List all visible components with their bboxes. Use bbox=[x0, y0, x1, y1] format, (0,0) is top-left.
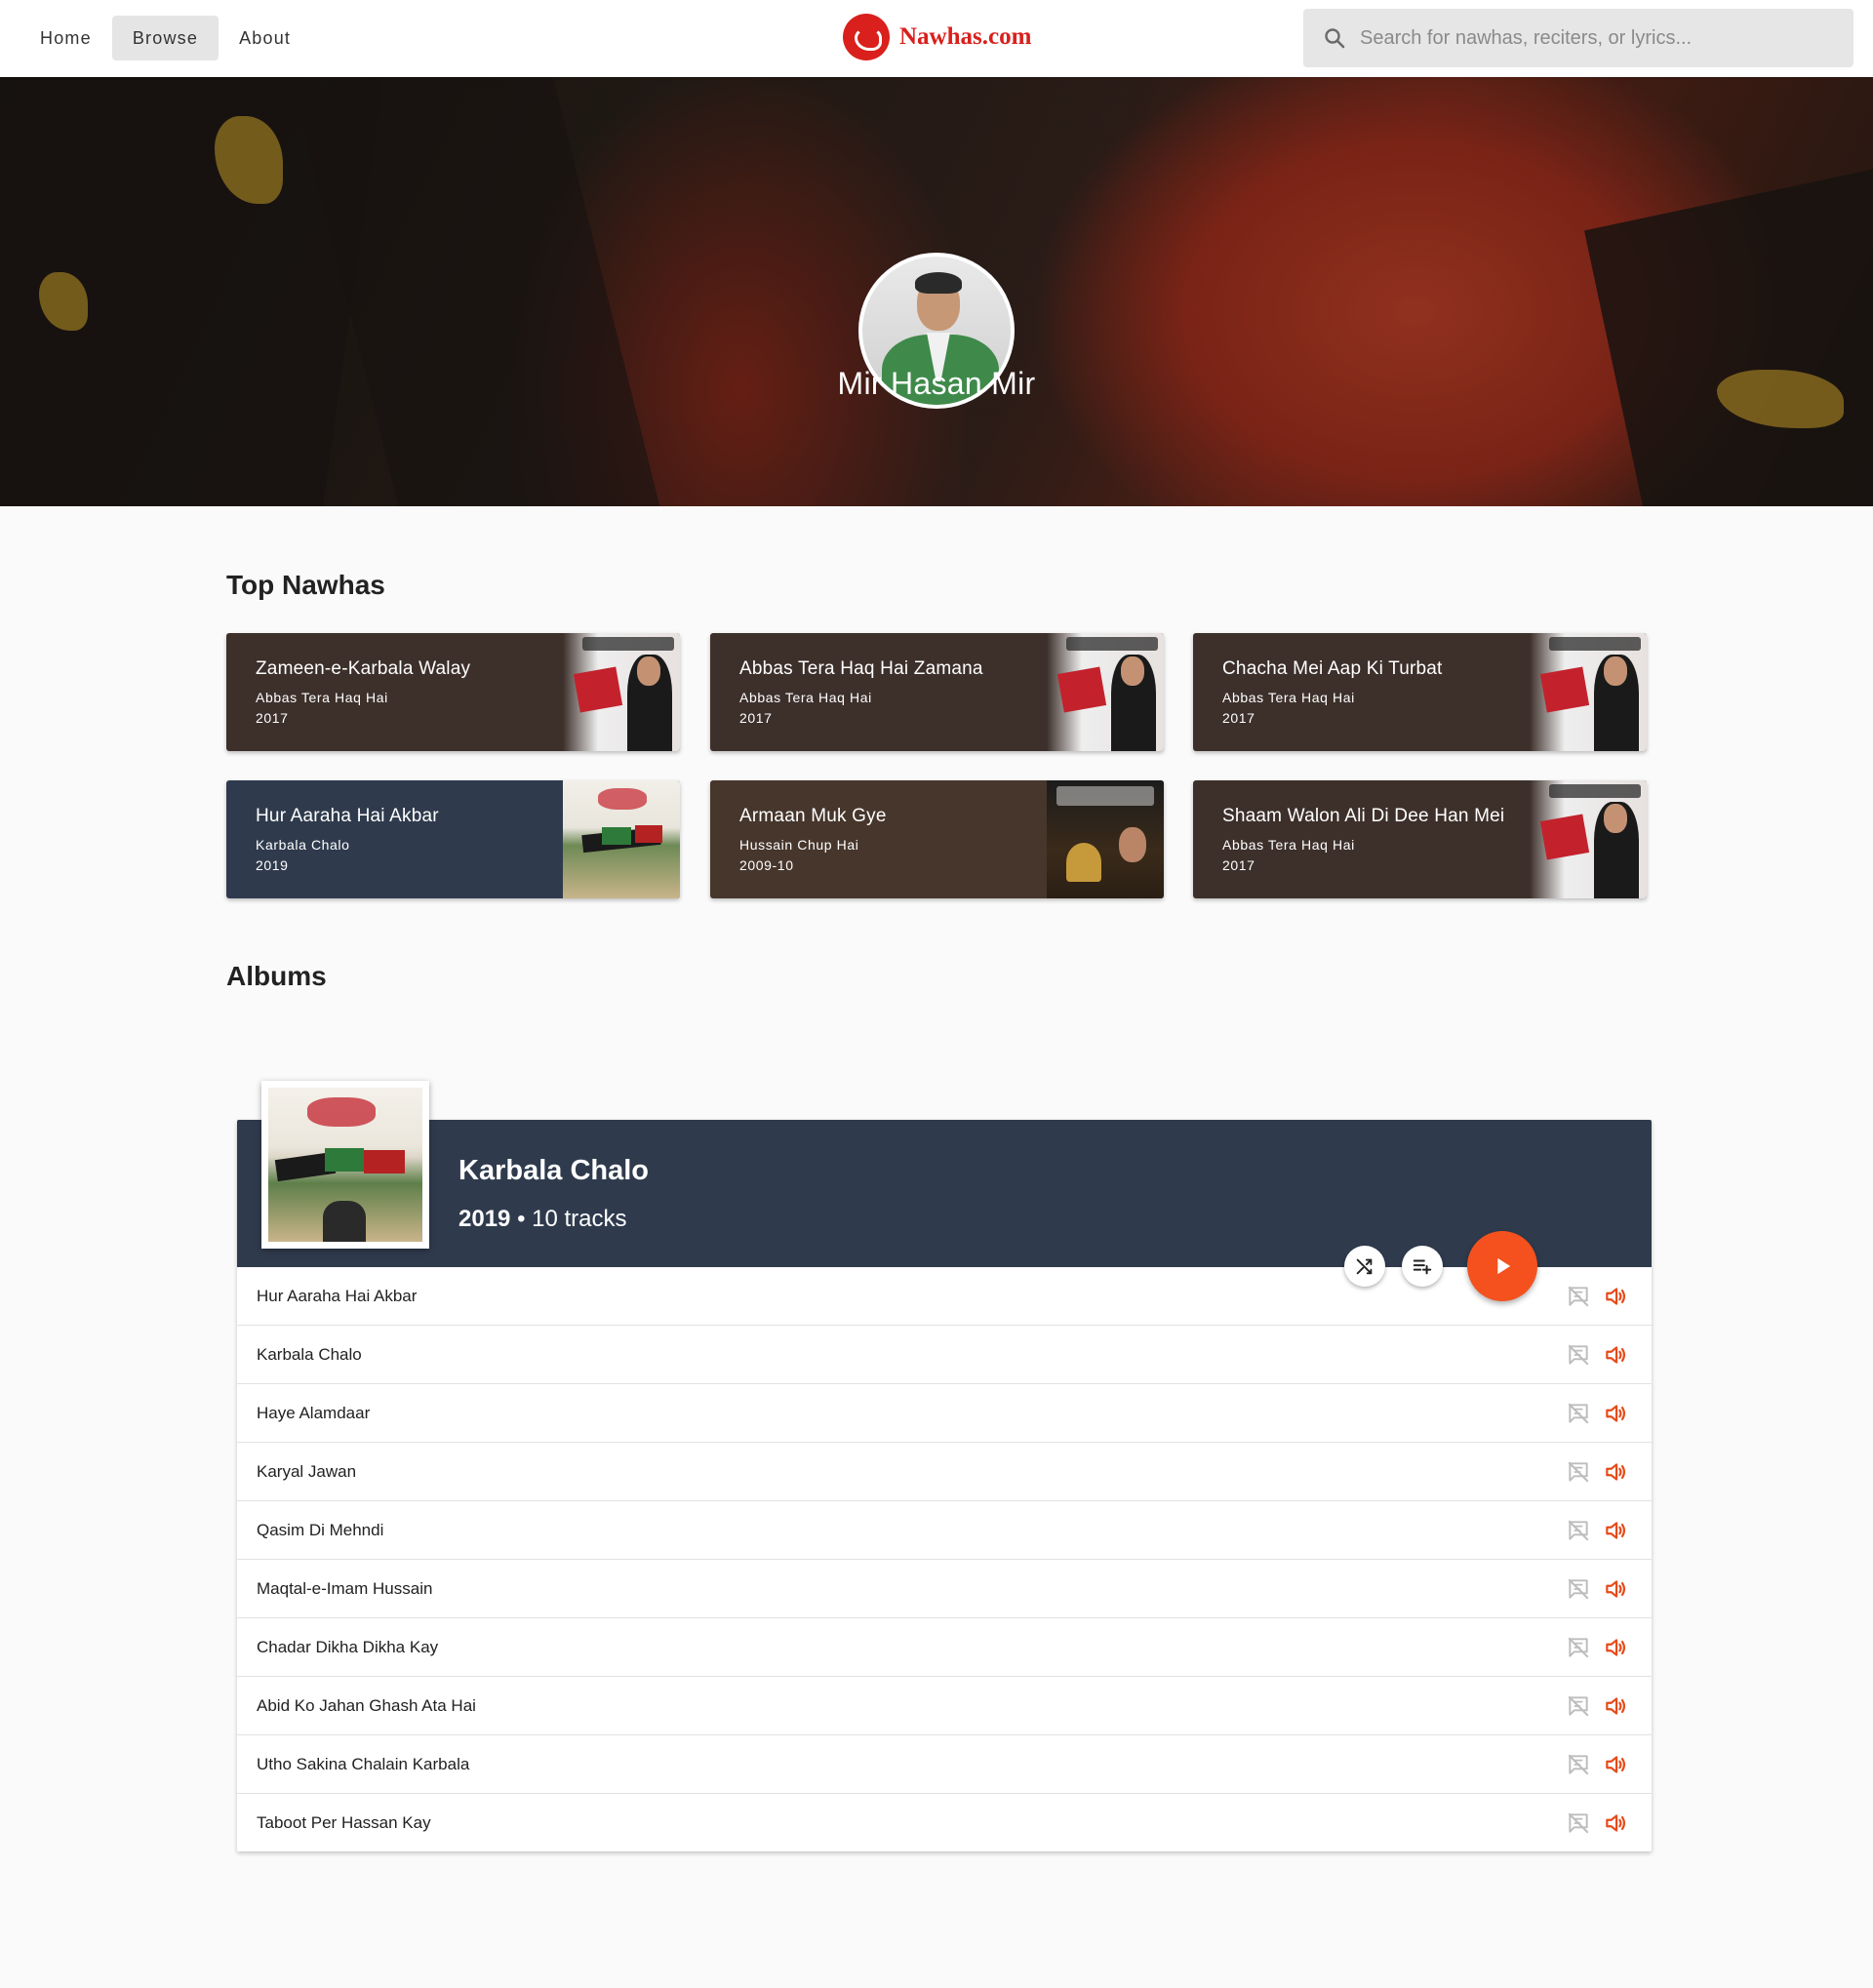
nav-about[interactable]: About bbox=[219, 16, 311, 60]
track-row[interactable]: Karyal Jawan bbox=[237, 1443, 1652, 1501]
no-lyrics-icon[interactable] bbox=[1566, 1810, 1591, 1836]
main-nav: Home Browse About bbox=[20, 16, 311, 60]
track-name: Karyal Jawan bbox=[257, 1462, 357, 1481]
nawha-title: Zameen-e-Karbala Walay bbox=[256, 658, 471, 679]
track-name: Chadar Dikha Dikha Kay bbox=[257, 1638, 439, 1656]
nawha-album: Karbala Chalo bbox=[256, 837, 350, 853]
nawha-card[interactable]: Abbas Tera Haq Hai Zamana Abbas Tera Haq… bbox=[710, 633, 1164, 751]
album-title: Karbala Chalo bbox=[458, 1155, 649, 1186]
nawha-card[interactable]: Armaan Muk Gye Hussain Chup Hai 2009-10 bbox=[710, 780, 1164, 898]
site-logo[interactable]: Nawhas.com bbox=[843, 14, 1031, 60]
volume-icon[interactable] bbox=[1603, 1342, 1628, 1368]
hero-flag-shape bbox=[1583, 165, 1873, 506]
no-lyrics-icon[interactable] bbox=[1566, 1401, 1591, 1426]
nawha-title: Abbas Tera Haq Hai Zamana bbox=[739, 658, 983, 679]
track-name: Haye Alamdaar bbox=[257, 1404, 371, 1422]
search-box bbox=[1303, 9, 1853, 67]
album-cover[interactable] bbox=[261, 1081, 429, 1249]
no-lyrics-icon[interactable] bbox=[1566, 1576, 1591, 1602]
reciter-name: Mir Hasan Mir bbox=[837, 366, 1036, 401]
track-row[interactable]: Hur Aaraha Hai Akbar bbox=[237, 1267, 1652, 1326]
nawha-title: Armaan Muk Gye bbox=[739, 806, 887, 826]
nawha-year: 2017 bbox=[1222, 857, 1255, 873]
track-row[interactable]: Taboot Per Hassan Kay bbox=[237, 1794, 1652, 1852]
track-name: Maqtal-e-Imam Hussain bbox=[257, 1579, 433, 1598]
track-name: Hur Aaraha Hai Akbar bbox=[257, 1287, 418, 1305]
album-art bbox=[563, 633, 680, 751]
logo-icon bbox=[843, 14, 890, 60]
no-lyrics-icon[interactable] bbox=[1566, 1635, 1591, 1660]
album-art bbox=[1047, 780, 1164, 898]
volume-icon[interactable] bbox=[1603, 1693, 1628, 1719]
track-row[interactable]: Qasim Di Mehndi bbox=[237, 1501, 1652, 1560]
track-name: Utho Sakina Chalain Karbala bbox=[257, 1755, 470, 1773]
album-art bbox=[1530, 633, 1647, 751]
nawha-title: Chacha Mei Aap Ki Turbat bbox=[1222, 658, 1443, 679]
top-bar: Home Browse About Nawhas.com bbox=[0, 0, 1873, 77]
track-name: Qasim Di Mehndi bbox=[257, 1521, 384, 1539]
nawha-card[interactable]: Zameen-e-Karbala Walay Abbas Tera Haq Ha… bbox=[226, 633, 680, 751]
volume-icon[interactable] bbox=[1603, 1810, 1628, 1836]
track-row[interactable]: Karbala Chalo bbox=[237, 1326, 1652, 1384]
no-lyrics-icon[interactable] bbox=[1566, 1752, 1591, 1777]
search-input[interactable] bbox=[1352, 9, 1840, 67]
track-name: Karbala Chalo bbox=[257, 1345, 362, 1364]
nawha-album: Abbas Tera Haq Hai bbox=[739, 690, 872, 705]
album-art bbox=[1047, 633, 1164, 751]
no-lyrics-icon[interactable] bbox=[1566, 1459, 1591, 1485]
nawha-year: 2017 bbox=[739, 710, 773, 726]
nawha-album: Abbas Tera Haq Hai bbox=[256, 690, 388, 705]
track-row[interactable]: Abid Ko Jahan Ghash Ata Hai bbox=[237, 1677, 1652, 1735]
nawha-title: Hur Aaraha Hai Akbar bbox=[256, 806, 439, 826]
track-row[interactable]: Maqtal-e-Imam Hussain bbox=[237, 1560, 1652, 1618]
album-meta: 2019 • 10 tracks bbox=[458, 1206, 627, 1233]
nav-browse[interactable]: Browse bbox=[111, 16, 219, 60]
track-row[interactable]: Utho Sakina Chalain Karbala bbox=[237, 1735, 1652, 1794]
album-year: 2019 bbox=[458, 1206, 511, 1232]
track-name: Abid Ko Jahan Ghash Ata Hai bbox=[257, 1696, 476, 1715]
nawha-card[interactable]: Hur Aaraha Hai Akbar Karbala Chalo 2019 bbox=[226, 780, 680, 898]
album-art bbox=[1530, 780, 1647, 898]
nawha-year: 2019 bbox=[256, 857, 289, 873]
volume-icon[interactable] bbox=[1603, 1518, 1628, 1543]
reciter-hero: Mir Hasan Mir bbox=[0, 77, 1873, 506]
nav-home[interactable]: Home bbox=[20, 16, 112, 60]
album-card: Karbala Chalo 2019 • 10 tracks Hur Aarah… bbox=[237, 1081, 1652, 1852]
track-name: Taboot Per Hassan Kay bbox=[257, 1813, 431, 1832]
volume-icon[interactable] bbox=[1603, 1459, 1628, 1485]
no-lyrics-icon[interactable] bbox=[1566, 1693, 1591, 1719]
hero-flag-shape bbox=[296, 77, 660, 506]
top-nawhas-heading: Top Nawhas bbox=[226, 570, 385, 600]
album-meta-separator: • bbox=[517, 1206, 526, 1232]
album-art bbox=[563, 780, 680, 898]
nawha-album: Abbas Tera Haq Hai bbox=[1222, 690, 1355, 705]
nawha-album: Hussain Chup Hai bbox=[739, 837, 859, 853]
no-lyrics-icon[interactable] bbox=[1566, 1284, 1591, 1309]
nawha-year: 2017 bbox=[1222, 710, 1255, 726]
no-lyrics-icon[interactable] bbox=[1566, 1518, 1591, 1543]
albums-heading: Albums bbox=[226, 961, 327, 991]
album-header: Karbala Chalo 2019 • 10 tracks bbox=[237, 1081, 1652, 1301]
track-row[interactable]: Haye Alamdaar bbox=[237, 1384, 1652, 1443]
track-list: Hur Aaraha Hai Akbar Karbala Chalo Haye Al… bbox=[237, 1267, 1652, 1852]
nawha-card[interactable]: Shaam Walon Ali Di Dee Han Mei Abbas Ter… bbox=[1193, 780, 1647, 898]
search-icon bbox=[1325, 28, 1345, 49]
track-row[interactable]: Chadar Dikha Dikha Kay bbox=[237, 1618, 1652, 1677]
volume-icon[interactable] bbox=[1603, 1284, 1628, 1309]
volume-icon[interactable] bbox=[1603, 1635, 1628, 1660]
nawha-card[interactable]: Chacha Mei Aap Ki Turbat Abbas Tera Haq … bbox=[1193, 633, 1647, 751]
volume-icon[interactable] bbox=[1603, 1401, 1628, 1426]
logo-text: Nawhas.com bbox=[899, 23, 1032, 50]
no-lyrics-icon[interactable] bbox=[1566, 1342, 1591, 1368]
nawha-year: 2017 bbox=[256, 710, 289, 726]
volume-icon[interactable] bbox=[1603, 1576, 1628, 1602]
volume-icon[interactable] bbox=[1603, 1752, 1628, 1777]
album-track-count: 10 tracks bbox=[532, 1206, 627, 1232]
nawha-year: 2009-10 bbox=[739, 857, 794, 873]
nawha-album: Abbas Tera Haq Hai bbox=[1222, 837, 1355, 853]
nawha-title: Shaam Walon Ali Di Dee Han Mei bbox=[1222, 806, 1505, 826]
